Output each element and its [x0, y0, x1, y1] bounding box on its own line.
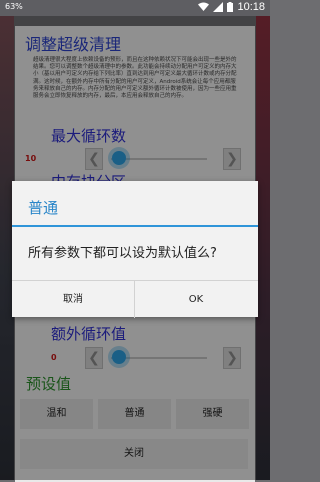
confirm-dialog-message: 所有参数下都可以设为默认值么?: [28, 246, 217, 261]
signal-icon: [213, 2, 224, 12]
status-bar: 63% 10:18: [0, 0, 270, 16]
title-divider: [12, 225, 258, 227]
battery-icon: [227, 2, 234, 12]
battery-saver-badge: 63%: [5, 2, 23, 11]
ok-button[interactable]: OK: [135, 281, 257, 318]
confirm-dialog-title: 普通: [28, 199, 59, 217]
wifi-icon: [198, 2, 210, 11]
confirm-dialog: 普通 所有参数下都可以设为默认值么? 取消 OK: [12, 181, 258, 318]
clock: 10:18: [237, 1, 265, 13]
status-icons: 10:18: [198, 1, 265, 13]
cancel-button[interactable]: 取消: [12, 281, 134, 318]
confirm-dialog-buttons: 取消 OK: [12, 280, 258, 318]
